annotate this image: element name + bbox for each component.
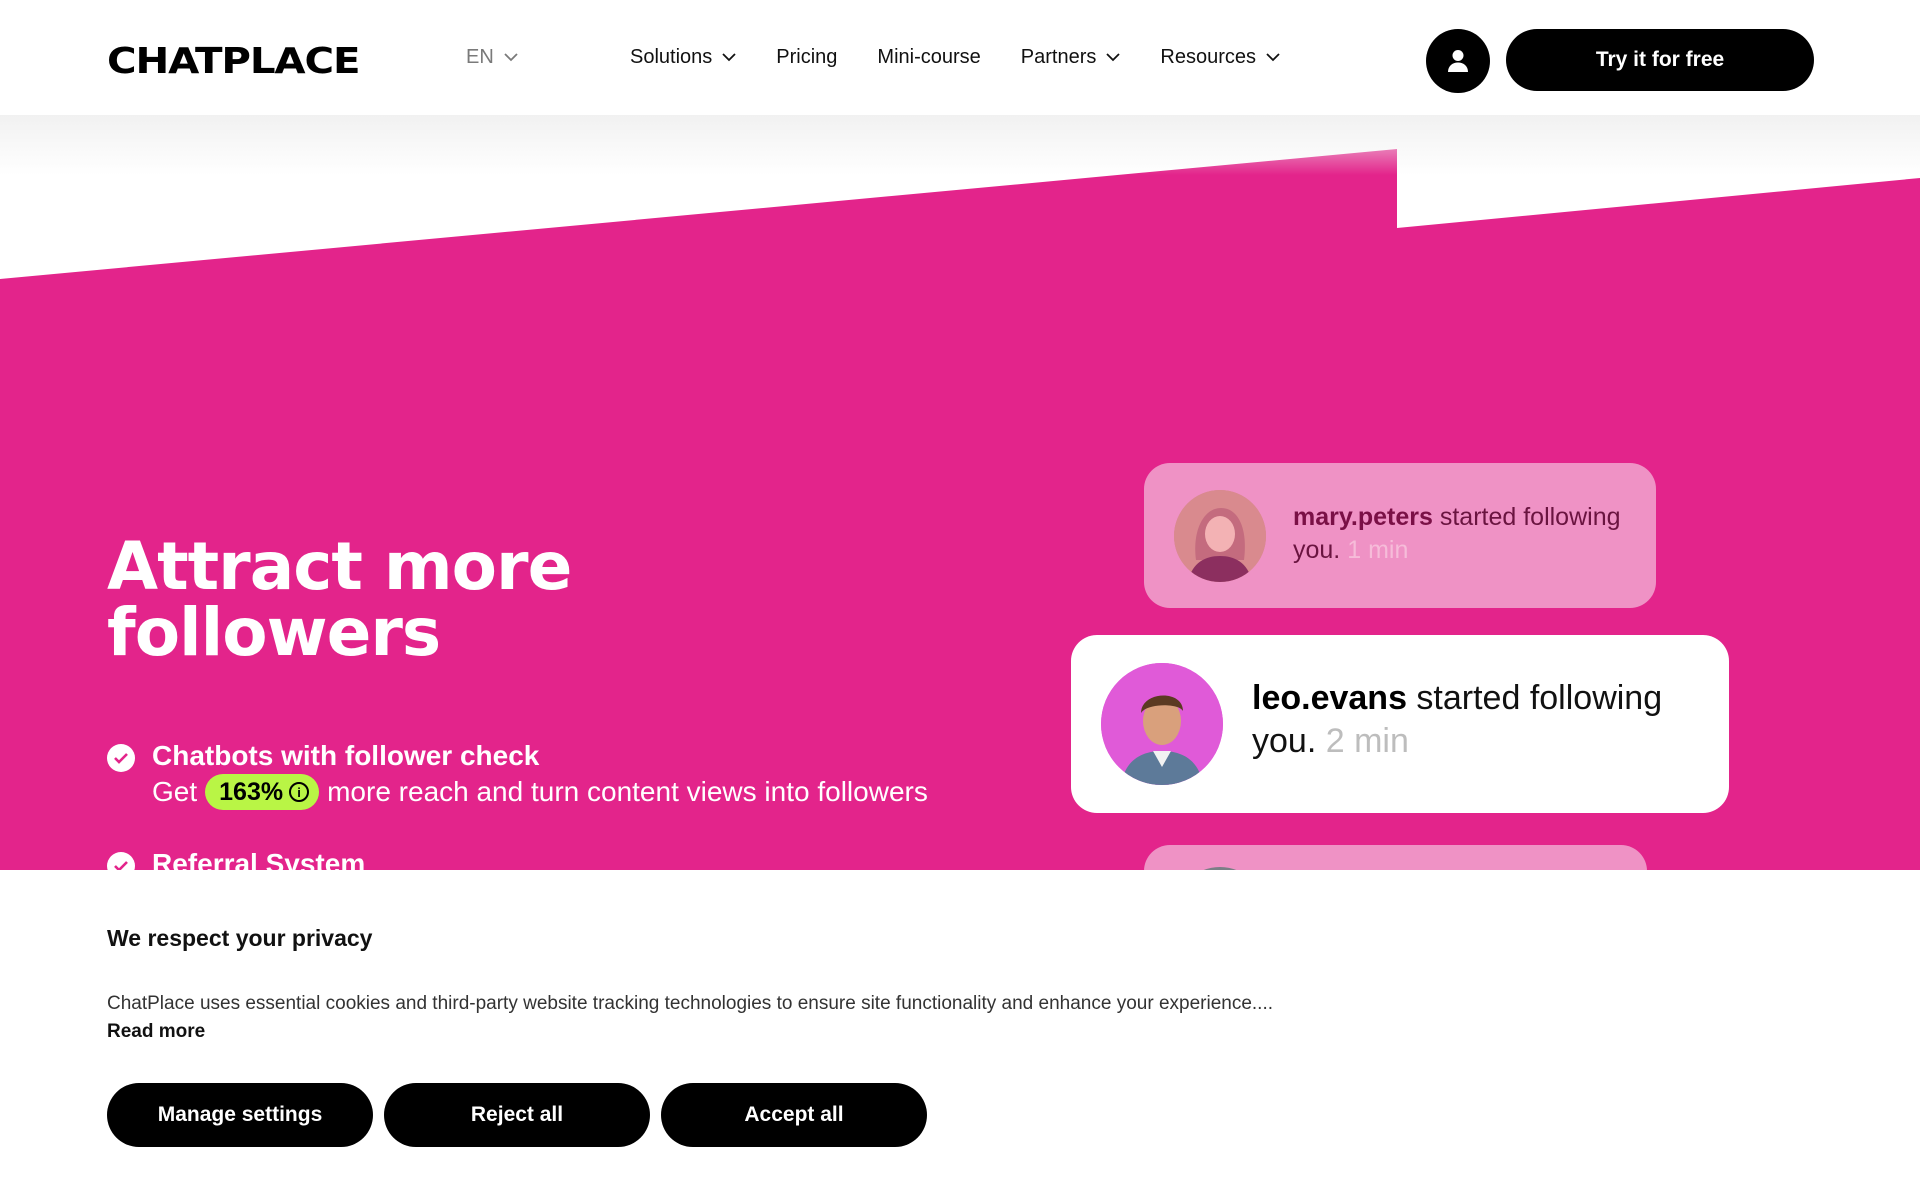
chevron-down-icon <box>1106 53 1121 62</box>
nav-mini-course[interactable]: Mini-course <box>877 46 980 69</box>
cookie-title: We respect your privacy <box>107 925 373 951</box>
manage-settings-button[interactable]: Manage settings <box>107 1083 373 1147</box>
notification-text: leo.evans started following you. 2 min <box>1252 677 1702 763</box>
chevron-down-icon <box>504 53 518 62</box>
site-header: CHATPLACE EN Solutions Pricing Mini-cour… <box>0 0 1920 115</box>
avatar <box>1174 490 1266 582</box>
chevron-down-icon <box>722 53 736 62</box>
read-more-link[interactable]: Read more <box>107 1021 205 1043</box>
user-icon <box>1448 50 1468 72</box>
feature-desc-prefix: Get <box>152 776 198 807</box>
accept-all-button[interactable]: Accept all <box>661 1083 927 1147</box>
try-for-free-button[interactable]: Try it for free <box>1506 29 1814 91</box>
hero-title: Attract more followers <box>107 528 572 671</box>
nav-solutions[interactable]: Solutions <box>630 46 736 69</box>
nav-partners-label: Partners <box>1020 46 1097 68</box>
notification-text: mary.peters started following you. 1 min <box>1293 501 1633 567</box>
nav-pricing[interactable]: Pricing <box>776 46 837 69</box>
nav-partners[interactable]: Partners <box>1021 46 1121 69</box>
nav-resources[interactable]: Resources <box>1160 46 1280 69</box>
avatar <box>1101 663 1223 785</box>
feature-desc-suffix: more reach and turn content views into f… <box>327 776 928 807</box>
account-button[interactable] <box>1426 29 1490 93</box>
main-nav: Solutions Pricing Mini-course Partners R… <box>630 46 1280 69</box>
cookie-banner: We respect your privacy ChatPlace uses e… <box>0 870 1920 1200</box>
nav-pricing-label: Pricing <box>776 46 838 68</box>
language-selector[interactable]: EN <box>466 46 518 69</box>
feature-description: Get 163% i more reach and turn content v… <box>152 774 928 810</box>
notification-username: mary.peters <box>1293 503 1433 531</box>
cookie-text: ChatPlace uses essential cookies and thi… <box>107 993 1274 1014</box>
notification-time: 2 min <box>1325 722 1409 760</box>
notification-time: 1 min <box>1347 536 1409 564</box>
nav-resources-label: Resources <box>1160 46 1256 68</box>
header-shadow <box>0 115 1920 175</box>
chevron-down-icon <box>1266 53 1280 62</box>
language-label: EN <box>466 46 494 68</box>
reach-badge-value: 163% <box>219 777 284 806</box>
info-icon: i <box>289 782 310 802</box>
notification-username: leo.evans <box>1252 679 1407 717</box>
reject-all-button[interactable]: Reject all <box>384 1083 650 1147</box>
feature-title: Chatbots with follower check <box>152 740 540 771</box>
notification-card: mary.peters started following you. 1 min <box>1144 463 1656 608</box>
nav-mini-course-label: Mini-course <box>877 46 981 68</box>
notification-card: leo.evans started following you. 2 min <box>1071 635 1729 813</box>
chatplace-logo[interactable]: CHATPLACE <box>107 41 361 82</box>
check-icon <box>107 744 135 772</box>
nav-solutions-label: Solutions <box>630 46 713 68</box>
reach-badge[interactable]: 163% i <box>205 774 320 810</box>
